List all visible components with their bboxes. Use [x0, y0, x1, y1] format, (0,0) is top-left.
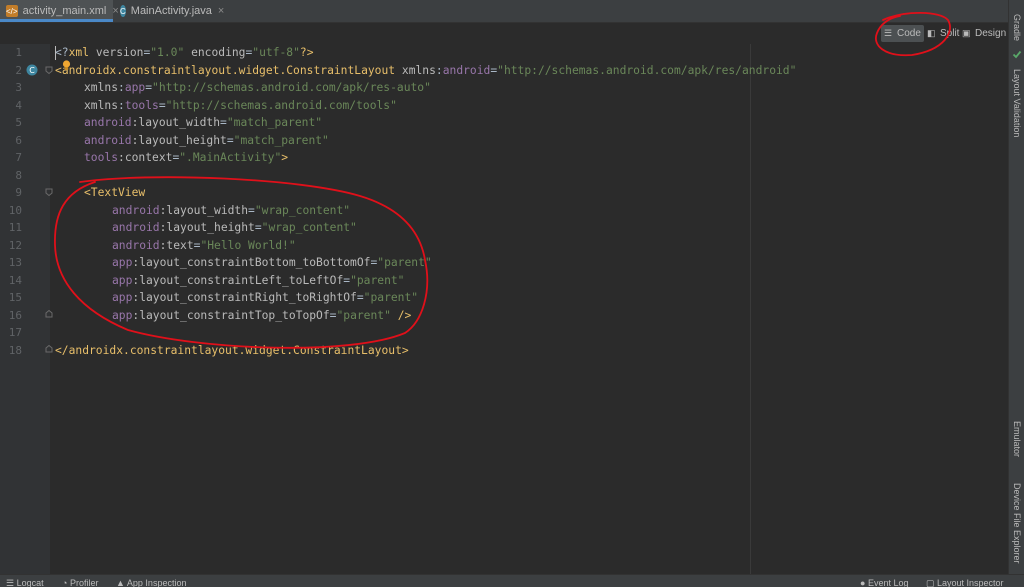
right-tool-strip: Gradle Layout Validation Emulator Device…: [1008, 0, 1024, 574]
editor-tab-bar: </> activity_main.xml × C MainActivity.j…: [0, 0, 1008, 23]
gradle-label: Gradle: [1012, 14, 1022, 42]
tab-activity-main-xml[interactable]: </> activity_main.xml ×: [0, 0, 119, 22]
lightbulb-icon[interactable]: [62, 60, 71, 71]
layout-validation-panel-button[interactable]: Layout Validation: [1011, 64, 1023, 142]
code-line-10: android:layout_width="wrap_content": [112, 203, 351, 217]
line-number: 3: [15, 81, 22, 94]
line-number: 8: [15, 168, 22, 182]
java-class-icon: C: [120, 5, 126, 17]
layout-validation-label: Layout Validation: [1012, 68, 1022, 138]
code-line-4: xmlns:tools="http://schemas.android.com/…: [84, 98, 397, 112]
split-view-label: Split: [940, 28, 960, 39]
line-number: 14: [8, 273, 22, 287]
code-view-icon: ☰: [884, 28, 893, 38]
code-line-14: app:layout_constraintLeft_toLeftOf="pare…: [112, 273, 405, 287]
code-view-button[interactable]: ☰ Code: [881, 25, 924, 42]
svg-text:C: C: [29, 66, 35, 75]
device-file-explorer-label: Device File Explorer: [1012, 482, 1022, 564]
line-number: 6: [15, 133, 22, 147]
code-line-15: app:layout_constraintRight_toRightOf="pa…: [112, 291, 419, 304]
line-number: 18: [8, 343, 22, 357]
code-line-18: </androidx.constraintlayout.widget.Const…: [55, 343, 409, 357]
split-view-button[interactable]: ◧ Split: [924, 25, 962, 42]
line-number: 5: [15, 116, 22, 129]
line-number: 2: [15, 63, 22, 77]
close-icon[interactable]: ×: [218, 5, 224, 17]
line-number: 13: [8, 256, 22, 269]
editor-toolbar: ☰ Code ◧ Split ▣ Design: [0, 23, 1008, 44]
gradle-panel-button[interactable]: Gradle: [1011, 10, 1023, 46]
line-number: 9: [15, 186, 22, 199]
class-gutter-icon[interactable]: C: [26, 64, 38, 76]
xml-file-icon: </>: [6, 5, 18, 17]
line-number: 17: [8, 326, 22, 339]
code-line-2: <androidx.constraintlayout.widget.Constr…: [55, 63, 797, 77]
line-number: 1: [15, 46, 22, 59]
line-number: 12: [8, 238, 22, 252]
line-number: 10: [8, 203, 22, 217]
code-line-13: app:layout_constraintBottom_toBottomOf="…: [112, 256, 432, 269]
code-view-label: Code: [897, 28, 921, 39]
line-number-gutter: 1 2 3 4 5 6 7 8 9 10 11 12 13 14 15 16 1…: [0, 44, 53, 574]
line-number: 4: [15, 98, 22, 112]
emulator-label: Emulator: [1012, 420, 1022, 457]
code-line-6: android:layout_height="match_parent": [84, 133, 329, 147]
text-caret: [55, 46, 56, 60]
code-line-7: tools:context=".MainActivity">: [84, 151, 289, 164]
code-line-5: android:layout_width="match_parent": [84, 116, 323, 129]
design-view-icon: ▣: [962, 28, 971, 38]
code-line-12: android:text="Hello World!": [112, 238, 296, 252]
device-file-explorer-panel-button[interactable]: Device File Explorer: [1011, 477, 1023, 569]
code-line-3: xmlns:app="http://schemas.android.com/ap…: [84, 81, 431, 94]
line-number: 7: [15, 151, 22, 164]
tab-label: activity_main.xml: [22, 5, 107, 17]
code-line-16: app:layout_constraintTop_toTopOf="parent…: [112, 308, 412, 322]
line-number: 16: [8, 308, 22, 322]
code-line-1: <?xml version="1.0" encoding="utf-8"?>: [55, 46, 314, 59]
code-line-11: android:layout_height="wrap_content": [112, 221, 357, 234]
checkmark-icon: [1012, 50, 1022, 59]
tab-mainactivity-java[interactable]: C MainActivity.java ×: [114, 0, 230, 22]
design-view-label: Design: [975, 28, 1007, 39]
code-line-9: <TextView: [84, 186, 146, 199]
design-view-button[interactable]: ▣ Design: [959, 25, 1009, 42]
tab-label: MainActivity.java: [130, 5, 212, 17]
split-view-icon: ◧: [927, 28, 936, 38]
bottom-tool-strip: ☰ Logcat ◔ Profiler ▲ App Inspection ● E…: [0, 574, 1024, 587]
code-editor[interactable]: <?xml version="1.0" encoding="utf-8"?> <…: [50, 44, 1008, 574]
line-number: 11: [8, 221, 22, 234]
line-number: 15: [8, 291, 22, 304]
emulator-panel-button[interactable]: Emulator: [1011, 412, 1023, 466]
